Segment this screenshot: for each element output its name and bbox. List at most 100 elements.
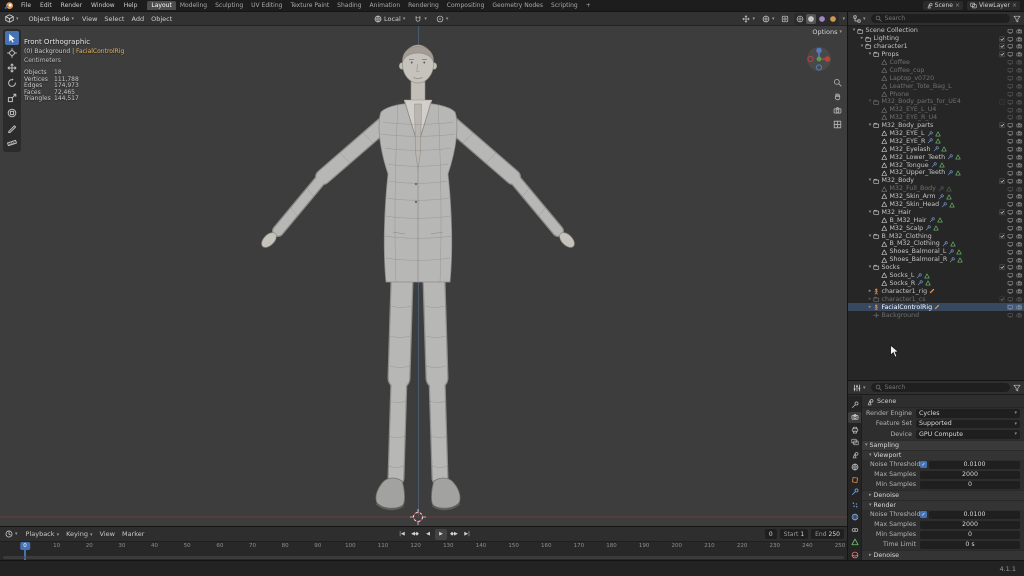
workspace-tab-modeling[interactable]: Modeling xyxy=(176,1,211,10)
hide-viewport-icon[interactable] xyxy=(1007,233,1014,240)
viewport-menu-object[interactable]: Object xyxy=(151,15,172,23)
view-gizmo[interactable] xyxy=(806,46,832,72)
dropdown-device[interactable]: GPU Compute ▾ xyxy=(916,430,1020,439)
exclude-checkbox-icon[interactable] xyxy=(998,209,1006,216)
properties-tab-world[interactable] xyxy=(848,462,861,473)
next-keyframe-button[interactable]: ◆▶ xyxy=(448,529,460,540)
outliner-row-phone[interactable]: Phone xyxy=(848,90,1024,98)
viewport-3d[interactable]: Front Orthographic (0) Background | Faci… xyxy=(0,26,847,526)
outliner-row-m32-body[interactable]: ▾ M32_Body xyxy=(848,177,1024,185)
disable-render-icon[interactable] xyxy=(1015,162,1023,169)
exclude-checkbox-icon[interactable] xyxy=(998,99,1006,106)
menu-render[interactable]: Render xyxy=(57,2,86,9)
dropdown-feature-set[interactable]: Supported ▾ xyxy=(916,419,1020,428)
hide-viewport-icon[interactable] xyxy=(1007,209,1014,216)
outliner-row-m32-skin-arm[interactable]: M32_Skin_Arm xyxy=(848,193,1024,201)
disable-render-icon[interactable] xyxy=(1015,138,1023,145)
checkbox-checked[interactable]: ✓ xyxy=(920,511,927,518)
hide-viewport-icon[interactable] xyxy=(1007,225,1014,232)
hide-viewport-icon[interactable] xyxy=(1007,312,1014,319)
value-field[interactable]: 0 xyxy=(920,530,1020,539)
hide-viewport-icon[interactable] xyxy=(1007,272,1014,279)
disable-render-icon[interactable] xyxy=(1015,114,1023,121)
disable-render-icon[interactable] xyxy=(1015,233,1023,240)
hide-viewport-icon[interactable] xyxy=(1007,249,1014,256)
shading-rendered-button[interactable] xyxy=(828,14,838,24)
hide-viewport-icon[interactable] xyxy=(1007,217,1014,224)
hide-viewport-icon[interactable] xyxy=(1007,288,1014,295)
outliner-row-coffee[interactable]: Coffee xyxy=(848,59,1024,67)
properties-tab-tool[interactable] xyxy=(848,399,861,410)
exclude-checkbox-icon[interactable] xyxy=(998,122,1006,129)
workspace-tab-shading[interactable]: Shading xyxy=(333,1,365,10)
frame-start-field[interactable]: Start 1 xyxy=(779,529,809,539)
disable-render-icon[interactable] xyxy=(1015,75,1023,82)
workspace-tab-sculpting[interactable]: Sculpting xyxy=(211,1,247,10)
hide-viewport-icon[interactable] xyxy=(1007,138,1014,145)
properties-tab-scene[interactable] xyxy=(848,449,861,460)
disable-render-icon[interactable] xyxy=(1015,249,1023,256)
hide-viewport-icon[interactable] xyxy=(1007,257,1014,264)
hide-viewport-icon[interactable] xyxy=(1007,296,1014,303)
disable-render-icon[interactable] xyxy=(1015,257,1023,264)
disable-render-icon[interactable] xyxy=(1015,201,1023,208)
disable-render-icon[interactable] xyxy=(1015,146,1023,153)
outliner-editor-type-button[interactable]: ▾ xyxy=(851,14,868,23)
hide-viewport-icon[interactable] xyxy=(1007,83,1014,90)
show-overlays-button[interactable]: ▾ xyxy=(760,15,777,23)
hide-viewport-icon[interactable] xyxy=(1007,304,1014,311)
disable-render-icon[interactable] xyxy=(1015,36,1023,43)
scene-selector[interactable]: Scene × xyxy=(922,1,963,10)
hide-viewport-icon[interactable] xyxy=(1007,201,1014,208)
outliner-row-scene-collection[interactable]: ▾ Scene Collection xyxy=(848,27,1024,35)
outliner-row-m32-eye-l-u4[interactable]: M32_EYE_L_U4 xyxy=(848,106,1024,114)
tool-rotate[interactable] xyxy=(5,76,19,90)
disable-render-icon[interactable] xyxy=(1015,154,1023,161)
unlink-scene-icon[interactable]: × xyxy=(955,2,960,9)
outliner-row-character1-cs[interactable]: ▸ character1_cs xyxy=(848,295,1024,303)
exclude-checkbox-icon[interactable] xyxy=(998,296,1006,303)
disable-render-icon[interactable] xyxy=(1015,241,1023,248)
shading-wireframe-button[interactable] xyxy=(795,14,805,24)
shading-material-button[interactable] xyxy=(817,14,827,24)
checkbox-checked[interactable]: ✓ xyxy=(920,461,927,468)
hide-viewport-icon[interactable] xyxy=(1007,99,1014,106)
toggle-xray-button[interactable] xyxy=(779,15,791,23)
pan-button[interactable] xyxy=(833,92,842,101)
disable-render-icon[interactable] xyxy=(1015,312,1023,319)
character-model[interactable] xyxy=(259,44,577,511)
outliner-row-m32-upper-teeth[interactable]: M32_Upper_Teeth xyxy=(848,169,1024,177)
outliner-row-socks[interactable]: ▾ Socks xyxy=(848,264,1024,272)
disable-render-icon[interactable] xyxy=(1015,59,1023,66)
disable-render-icon[interactable] xyxy=(1015,264,1023,271)
timeline-scrollbar[interactable] xyxy=(3,556,844,559)
hide-viewport-icon[interactable] xyxy=(1007,154,1014,161)
outliner-row-m32-body-parts[interactable]: ▾ M32_Body_parts xyxy=(848,122,1024,130)
outliner-row-m32-lower-teeth[interactable]: M32_Lower_Teeth xyxy=(848,153,1024,161)
properties-tab-modifiers[interactable] xyxy=(848,487,861,498)
exclude-checkbox-icon[interactable] xyxy=(998,51,1006,58)
panel-header-viewport[interactable]: ▾ Viewport xyxy=(862,449,1024,460)
outliner-row-props[interactable]: ▾ Props xyxy=(848,51,1024,59)
current-frame-field[interactable]: 0 xyxy=(764,529,777,539)
disable-render-icon[interactable] xyxy=(1015,288,1023,295)
outliner-row-m32-skin-head[interactable]: M32_Skin_Head xyxy=(848,201,1024,209)
menu-edit[interactable]: Edit xyxy=(36,2,56,9)
timeline-menu-keying[interactable]: Keying ▾ xyxy=(66,530,92,538)
panel-header-sampling[interactable]: ▾ Sampling xyxy=(862,439,1024,450)
workspace-tab-uv-editing[interactable]: UV Editing xyxy=(247,1,286,10)
outliner-row-m32-tongue[interactable]: M32_Tongue xyxy=(848,161,1024,169)
panel-header-denoise[interactable]: ▸ Denoise xyxy=(862,549,1024,560)
disable-render-icon[interactable] xyxy=(1015,193,1023,200)
disable-render-icon[interactable] xyxy=(1015,43,1023,50)
proportional-editing-toggle[interactable]: ▾ xyxy=(434,15,451,23)
timeline-ruler[interactable]: 0 10 20 30 40 50 60 70 80 90 100 110 120 130 140 150 16… xyxy=(0,541,847,560)
disable-render-icon[interactable] xyxy=(1015,209,1023,216)
shading-dropdown-icon[interactable]: ▾ xyxy=(842,16,845,22)
properties-search-input[interactable]: Search xyxy=(870,383,1010,392)
workspace-tab--[interactable]: + xyxy=(582,1,595,10)
workspace-tab-layout[interactable]: Layout xyxy=(147,1,176,10)
timeline-menu-marker[interactable]: Marker xyxy=(122,530,144,538)
hide-viewport-icon[interactable] xyxy=(1007,241,1014,248)
frame-end-field[interactable]: End 250 xyxy=(811,529,844,539)
